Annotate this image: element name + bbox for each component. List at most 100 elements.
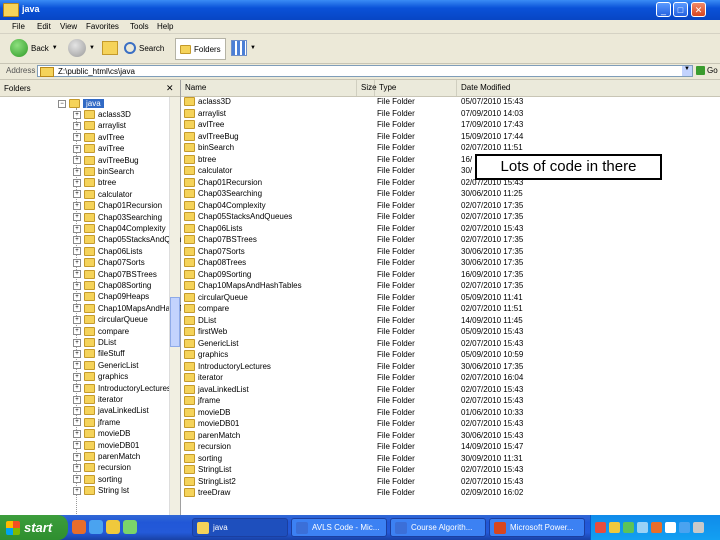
expand-icon[interactable]: + xyxy=(73,452,81,461)
title-bar[interactable]: java _ □ ✕ xyxy=(0,0,720,20)
expand-icon[interactable]: + xyxy=(73,144,81,153)
file-row[interactable]: aclass3D File Folder 05/07/2010 15:43 xyxy=(181,96,720,107)
tray-icon[interactable] xyxy=(595,522,606,533)
expand-icon[interactable]: + xyxy=(73,418,81,427)
maximize-button[interactable]: □ xyxy=(673,2,688,17)
tree-item[interactable]: + sorting xyxy=(73,474,122,485)
expand-icon[interactable]: + xyxy=(73,315,81,324)
chevron-down-icon[interactable]: ▼ xyxy=(682,66,692,76)
tray-icon[interactable] xyxy=(679,522,690,533)
file-row[interactable]: Chap09Sorting File Folder 16/09/2010 17:35 xyxy=(181,269,720,280)
file-row[interactable]: binSearch File Folder 02/07/2010 11:51 xyxy=(181,142,720,153)
tree-item[interactable]: + iterator xyxy=(73,394,123,405)
tree-item[interactable]: + GenericList xyxy=(73,360,138,371)
forward-button[interactable]: ▼ xyxy=(68,38,95,58)
quick-launch-icon[interactable] xyxy=(106,520,120,534)
file-row[interactable]: avlTree File Folder 17/09/2010 17:43 xyxy=(181,119,720,130)
expand-icon[interactable]: + xyxy=(73,110,81,119)
views-button[interactable]: ▼ xyxy=(231,38,256,58)
menu-favorites[interactable]: Favorites xyxy=(86,22,119,31)
file-row[interactable]: StringList File Folder 02/07/2010 15:43 xyxy=(181,464,720,475)
expand-icon[interactable]: + xyxy=(73,429,81,438)
expand-icon[interactable]: + xyxy=(73,292,81,301)
tree-item[interactable]: + Chap07Sorts xyxy=(73,257,145,268)
tree-item[interactable]: + binSearch xyxy=(73,166,134,177)
expand-icon[interactable]: + xyxy=(73,384,81,393)
expand-icon[interactable]: + xyxy=(73,156,81,165)
file-row[interactable]: firstWeb File Folder 05/09/2010 15:43 xyxy=(181,326,720,337)
file-row[interactable]: jframe File Folder 02/07/2010 15:43 xyxy=(181,395,720,406)
menu-edit[interactable]: Edit xyxy=(37,22,51,31)
expand-icon[interactable]: + xyxy=(73,327,81,336)
expand-icon[interactable]: + xyxy=(73,361,81,370)
tree-item[interactable]: + Chap06Lists xyxy=(73,246,142,257)
tree-item[interactable]: + String lst xyxy=(73,485,129,496)
quick-launch-icon[interactable] xyxy=(123,520,137,534)
file-row[interactable]: DList File Folder 14/09/2010 11:45 xyxy=(181,315,720,326)
tree-item[interactable]: + calculator xyxy=(73,189,132,200)
file-row[interactable]: movieDB File Folder 01/06/2010 10:33 xyxy=(181,407,720,418)
go-button[interactable]: Go xyxy=(696,66,718,75)
tree-item[interactable]: + Chap01Recursion xyxy=(73,200,162,211)
close-button[interactable]: ✕ xyxy=(691,2,706,17)
tray-icon[interactable] xyxy=(637,522,648,533)
file-row[interactable]: graphics File Folder 05/09/2010 10:59 xyxy=(181,349,720,360)
expand-icon[interactable]: + xyxy=(73,441,81,450)
file-row[interactable]: javaLinkedList File Folder 02/07/2010 15:4… xyxy=(181,384,720,395)
expand-icon[interactable]: + xyxy=(73,372,81,381)
search-button[interactable]: Search xyxy=(124,38,164,58)
back-button[interactable]: Back ▼ xyxy=(10,38,58,58)
expand-icon[interactable]: + xyxy=(73,270,81,279)
expand-icon[interactable]: + xyxy=(73,475,81,484)
file-row[interactable]: parenMatch File Folder 30/06/2010 15:43 xyxy=(181,430,720,441)
task-java[interactable]: java xyxy=(192,518,288,537)
file-row[interactable]: Chap03Searching File Folder 30/06/2010 11:… xyxy=(181,188,720,199)
expand-icon[interactable]: + xyxy=(73,258,81,267)
tree-item[interactable]: + fileStuff xyxy=(73,348,125,359)
expand-icon[interactable]: + xyxy=(73,121,81,130)
tree-item[interactable]: + Chap04Complexity xyxy=(73,223,166,234)
tray-icon[interactable] xyxy=(665,522,676,533)
tray-icon[interactable] xyxy=(693,522,704,533)
expand-icon[interactable]: + xyxy=(73,281,81,290)
expand-icon[interactable]: + xyxy=(73,133,81,142)
quick-launch-icon[interactable] xyxy=(89,520,103,534)
file-row[interactable]: StringList2 File Folder 02/07/2010 15:43 xyxy=(181,476,720,487)
collapse-icon[interactable]: − xyxy=(58,99,66,108)
expand-icon[interactable]: + xyxy=(73,178,81,187)
tray-icon[interactable] xyxy=(623,522,634,533)
task-avls-code[interactable]: AVLS Code - Mic... xyxy=(291,518,387,537)
tree-item[interactable]: + movieDB01 xyxy=(73,440,139,451)
tray-icon[interactable] xyxy=(651,522,662,533)
address-input[interactable]: Z:\public_html\cs\java ▼ xyxy=(37,65,693,77)
file-row[interactable]: sorting File Folder 30/09/2010 11:31 xyxy=(181,453,720,464)
tree-item[interactable]: + Chap07BSTrees xyxy=(73,269,157,280)
tree-item[interactable]: + DList xyxy=(73,337,116,348)
file-row[interactable]: IntroductoryLectures File Folder 30/06/201… xyxy=(181,361,720,372)
column-size[interactable]: Size xyxy=(357,80,377,96)
task-course-algorithms[interactable]: Course Algorith... xyxy=(390,518,486,537)
folders-button[interactable]: Folders xyxy=(175,38,226,60)
file-row[interactable]: avlTreeBug File Folder 15/09/2010 17:44 xyxy=(181,131,720,142)
tree-item[interactable]: + Chap08Sorting xyxy=(73,280,151,291)
start-button[interactable]: start xyxy=(0,515,68,540)
file-row[interactable]: Chap06Lists File Folder 02/07/2010 15:43 xyxy=(181,223,720,234)
expand-icon[interactable]: + xyxy=(73,486,81,495)
file-row[interactable]: Chap04Complexity File Folder 02/07/2010 17… xyxy=(181,200,720,211)
file-row[interactable]: Chap05StacksAndQueues File Folder 02/07/20… xyxy=(181,211,720,222)
tree-item[interactable]: + compare xyxy=(73,326,129,337)
file-row[interactable]: treeDraw File Folder 02/09/2010 16:02 xyxy=(181,487,720,498)
file-row[interactable]: circularQueue File Folder 05/09/2010 11:41 xyxy=(181,292,720,303)
menu-help[interactable]: Help xyxy=(157,22,173,31)
file-row[interactable]: iterator File Folder 02/07/2010 16:04 xyxy=(181,372,720,383)
tree-item-java[interactable]: − java xyxy=(58,98,104,109)
expand-icon[interactable]: + xyxy=(73,338,81,347)
tree-item[interactable]: + aviTree xyxy=(73,143,124,154)
column-date-modified[interactable]: Date Modified xyxy=(457,80,720,96)
tree-item[interactable]: + parenMatch xyxy=(73,451,140,462)
expand-icon[interactable]: + xyxy=(73,406,81,415)
tree-item[interactable]: + IntroductoryLectures xyxy=(73,383,171,394)
menu-tools[interactable]: Tools xyxy=(130,22,149,31)
vertical-scrollbar[interactable] xyxy=(169,97,180,515)
file-row[interactable]: compare File Folder 02/07/2010 11:51 xyxy=(181,303,720,314)
